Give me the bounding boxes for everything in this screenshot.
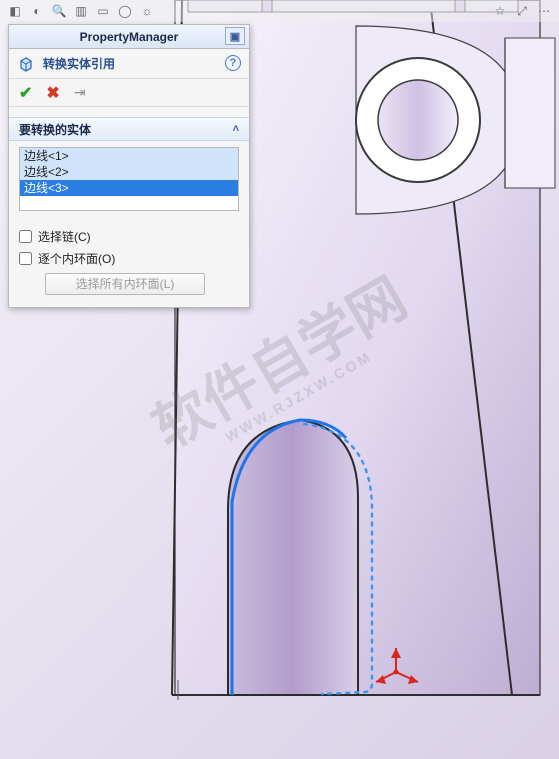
zoom-icon[interactable]: 🔍: [50, 2, 68, 20]
keep-visible-button[interactable]: ⇥: [74, 84, 86, 101]
list-item[interactable]: 边线<2>: [20, 164, 238, 180]
expand-icon[interactable]: ⤢: [513, 2, 531, 20]
entities-listbox[interactable]: 边线<1> 边线<2> 边线<3>: [19, 147, 239, 211]
list-item[interactable]: 边线<3>: [20, 180, 238, 196]
panel-pin-button[interactable]: ▣: [225, 27, 245, 45]
panel-title: PropertyManager: [80, 30, 179, 44]
convert-entities-icon: [17, 55, 35, 73]
scene-icon[interactable]: ☼: [138, 2, 156, 20]
select-all-inner-button[interactable]: 选择所有内环面(L): [45, 273, 205, 295]
more-icon[interactable]: ⋯: [535, 2, 553, 20]
help-button[interactable]: ?: [225, 55, 241, 71]
bookmark-icon[interactable]: ☆: [491, 2, 509, 20]
entities-section-header[interactable]: 要转换的实体 ˄: [9, 117, 249, 141]
chevron-up-icon: ˄: [233, 123, 239, 135]
confirm-row: ✔ ✖ ⇥: [9, 79, 249, 107]
cancel-button[interactable]: ✖: [46, 83, 59, 103]
ok-button[interactable]: ✔: [19, 83, 32, 103]
appearance-icon[interactable]: ◯: [116, 2, 134, 20]
inner-loops-row[interactable]: 逐个内环面(O): [19, 247, 239, 269]
feature-title-row: 转换实体引用 ?: [9, 49, 249, 79]
options-group: 选择链(C) 逐个内环面(O) 选择所有内环面(L): [9, 219, 249, 307]
display-style-icon[interactable]: ◐: [28, 2, 46, 20]
orientation-icon[interactable]: ◧: [6, 2, 24, 20]
panel-header: PropertyManager ▣: [9, 25, 249, 49]
select-chain-label: 选择链(C): [38, 228, 91, 245]
section-title: 要转换的实体: [19, 121, 91, 138]
list-item[interactable]: 边线<1>: [20, 148, 238, 164]
feature-title: 转换实体引用: [43, 55, 115, 72]
inner-loops-checkbox[interactable]: [19, 252, 32, 265]
select-chain-checkbox[interactable]: [19, 230, 32, 243]
section-icon[interactable]: ▥: [72, 2, 90, 20]
view-icon[interactable]: ▭: [94, 2, 112, 20]
select-chain-row[interactable]: 选择链(C): [19, 225, 239, 247]
inner-loops-label: 逐个内环面(O): [38, 250, 115, 267]
viewport-top-toolbar: ◧ ◐ 🔍 ▥ ▭ ◯ ☼ ☆ ⤢ ⋯: [0, 0, 559, 22]
property-manager-panel: PropertyManager ▣ 转换实体引用 ? ✔ ✖ ⇥ 要转换的实体 …: [8, 24, 250, 308]
